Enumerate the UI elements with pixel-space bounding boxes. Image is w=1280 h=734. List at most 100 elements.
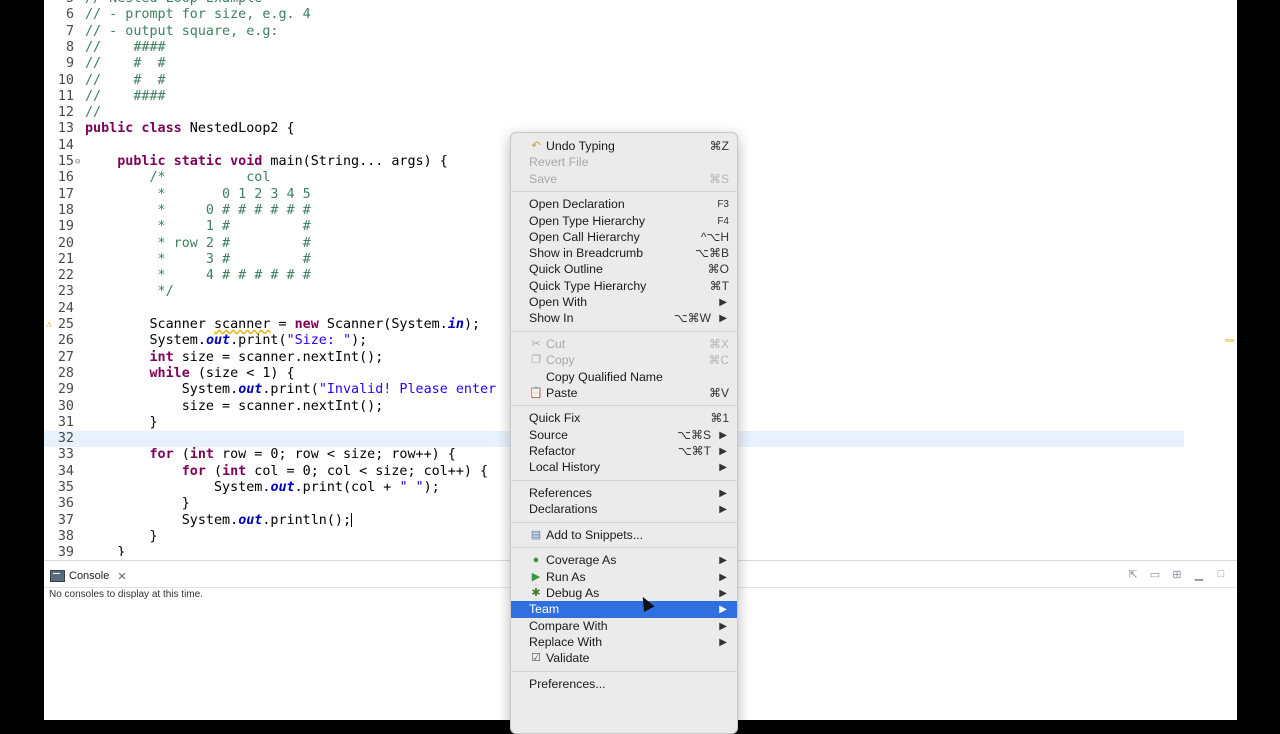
menu-item-run-as[interactable]: ▶ Run As ▶ bbox=[511, 569, 737, 586]
menu-item-validate[interactable]: ☑ Validate bbox=[511, 650, 737, 667]
menu-item-save[interactable]: Save ⌘S bbox=[511, 171, 737, 188]
line-number: 24 bbox=[57, 300, 74, 316]
overview-ruler-warning-marker[interactable] bbox=[1225, 339, 1234, 342]
code-token: ); bbox=[423, 480, 440, 495]
close-icon[interactable]: ✕ bbox=[117, 570, 126, 583]
menu-item-quick-type-hierarchy[interactable]: Quick Type Hierarchy ⌘T bbox=[511, 278, 737, 295]
code-line[interactable]: 8 // #### bbox=[44, 40, 1237, 56]
display-console-icon[interactable]: ▭ bbox=[1147, 568, 1163, 581]
menu-item-open-declaration[interactable]: Open Declaration F3 bbox=[511, 196, 737, 213]
menu-item-label: Local History bbox=[529, 460, 601, 475]
warning-icon[interactable]: ⚠ bbox=[46, 317, 52, 333]
line-number: 31 bbox=[57, 414, 74, 430]
code-line[interactable]: 6 // - prompt for size, e.g. 4 bbox=[44, 7, 1237, 23]
console-icon bbox=[50, 570, 65, 582]
menu-item-compare-with[interactable]: Compare With ▶ bbox=[511, 618, 737, 635]
code-line[interactable]: 9 // # # bbox=[44, 56, 1237, 72]
menu-item-cut[interactable]: ✂ Cut ⌘X bbox=[511, 336, 737, 353]
menu-item-copy-qualified-name[interactable]: Copy Qualified Name bbox=[511, 369, 737, 386]
open-console-icon[interactable]: ⊞ bbox=[1169, 568, 1185, 581]
line-number: 11 bbox=[57, 88, 74, 104]
line-number: 27 bbox=[57, 349, 74, 365]
line-number: 34 bbox=[57, 463, 74, 479]
menu-item-local-history[interactable]: Local History ▶ bbox=[511, 459, 737, 476]
code-token: .print( bbox=[262, 382, 319, 398]
menu-item-paste[interactable]: 📋 Paste ⌘V bbox=[511, 385, 737, 402]
menu-item-open-call-hierarchy[interactable]: Open Call Hierarchy ^⌥H bbox=[511, 229, 737, 246]
menu-item-shortcut: ⌘C bbox=[708, 353, 729, 368]
code-token: while bbox=[149, 365, 190, 381]
menu-item-team[interactable]: Team ▶ bbox=[511, 601, 737, 619]
code-text: // - output square, e.g: bbox=[85, 24, 278, 40]
menu-item-shortcut: ⌘O bbox=[707, 262, 729, 277]
menu-item-label: Copy bbox=[546, 353, 575, 368]
line-number: 33 bbox=[57, 447, 74, 463]
line-number: 16 bbox=[57, 170, 74, 186]
menu-item-coverage-as[interactable]: ● Coverage As ▶ bbox=[511, 552, 737, 569]
line-number: 8 bbox=[65, 39, 74, 55]
menu-item-debug-as[interactable]: ✱ Debug As ▶ bbox=[511, 585, 737, 602]
minimize-icon[interactable]: ▁ bbox=[1191, 568, 1207, 581]
menu-item-show-in-breadcrumb[interactable]: Show in Breadcrumb ⌥⌘B bbox=[511, 245, 737, 262]
pin-console-icon[interactable]: ⇱ bbox=[1125, 568, 1141, 581]
code-token: NestedLoop2 { bbox=[181, 121, 295, 137]
menu-item-label: Validate bbox=[546, 651, 590, 666]
code-token: Scanner bbox=[85, 317, 214, 332]
text-caret bbox=[351, 512, 353, 527]
menu-item-add-to-snippets[interactable]: ▤ Add to Snippets... bbox=[511, 527, 737, 544]
menu-item-shortcut: F3 bbox=[717, 199, 729, 211]
menu-item-label: Open Call Hierarchy bbox=[529, 229, 640, 244]
maximize-icon[interactable]: □ bbox=[1213, 568, 1229, 581]
menu-item-shortcut: ⌘1 bbox=[710, 411, 729, 426]
line-number: 13 bbox=[57, 121, 74, 137]
code-token: // bbox=[85, 105, 102, 121]
line-number: 38 bbox=[57, 528, 74, 544]
debug-icon: ✱ bbox=[531, 587, 541, 599]
console-tab[interactable]: Console ✕ bbox=[50, 565, 127, 587]
menu-item-open-with[interactable]: Open With ▶ bbox=[511, 294, 737, 311]
code-token: } bbox=[85, 528, 158, 544]
menu-item-label: Source bbox=[529, 427, 568, 442]
menu-item-open-type-hierarchy[interactable]: Open Type Hierarchy F4 bbox=[511, 213, 737, 230]
code-line[interactable]: 7 // - output square, e.g: bbox=[44, 24, 1237, 40]
code-line[interactable]: 12 // bbox=[44, 105, 1237, 121]
line-number: 35 bbox=[57, 480, 74, 495]
code-token: System. bbox=[85, 333, 206, 349]
menu-item-refactor[interactable]: Refactor ⌥⌘T ▶ bbox=[511, 443, 737, 460]
menu-item-copy[interactable]: ❐ Copy ⌘C bbox=[511, 352, 737, 369]
menu-item-preferences[interactable]: Preferences... bbox=[511, 676, 737, 693]
menu-item-source[interactable]: Source ⌥⌘S ▶ bbox=[511, 427, 737, 444]
code-text: } bbox=[85, 496, 190, 512]
line-number: 37 bbox=[57, 512, 74, 528]
menu-item-label: References bbox=[529, 485, 592, 500]
submenu-arrow-icon: ▶ bbox=[719, 555, 727, 567]
menu-item-label: Coverage As bbox=[546, 553, 617, 568]
line-number: 6 bbox=[65, 7, 74, 23]
code-line[interactable]: 10 // # # bbox=[44, 73, 1237, 89]
line-number: 9 bbox=[65, 56, 74, 72]
menu-item-declarations[interactable]: Declarations ▶ bbox=[511, 501, 737, 518]
menu-item-revert-file[interactable]: Revert File bbox=[511, 154, 737, 171]
code-line[interactable]: 11 // #### bbox=[44, 89, 1237, 105]
menu-item-quick-outline[interactable]: Quick Outline ⌘O bbox=[511, 261, 737, 278]
line-number: 29 bbox=[57, 382, 74, 398]
coverage-icon: ● bbox=[532, 554, 540, 567]
code-text: // - prompt for size, e.g. 4 bbox=[85, 7, 311, 23]
menu-item-undo-typing[interactable]: ↶ Undo Typing ⌘Z bbox=[511, 138, 737, 155]
code-token: ( bbox=[205, 463, 223, 479]
menu-item-replace-with[interactable]: Replace With ▶ bbox=[511, 634, 737, 651]
cut-icon: ✂ bbox=[531, 337, 541, 350]
code-token: * 4 # # # # # # bbox=[85, 268, 311, 284]
submenu-arrow-icon: ▶ bbox=[719, 487, 727, 499]
menu-item-show-in[interactable]: Show In ⌥⌘W ▶ bbox=[511, 310, 737, 327]
menu-item-label: Compare With bbox=[529, 618, 608, 633]
code-line[interactable]: 5 // Nested Loop Example bbox=[44, 0, 1237, 7]
code-token: System. bbox=[85, 480, 271, 495]
menu-item-quick-fix[interactable]: Quick Fix ⌘1 bbox=[511, 410, 737, 427]
console-empty-message: No consoles to display at this time. bbox=[49, 589, 203, 600]
menu-separator bbox=[511, 405, 737, 407]
menu-item-references[interactable]: References ▶ bbox=[511, 485, 737, 502]
fold-toggle-icon[interactable]: ⊖ bbox=[75, 154, 80, 170]
line-number: 22 bbox=[57, 268, 74, 284]
